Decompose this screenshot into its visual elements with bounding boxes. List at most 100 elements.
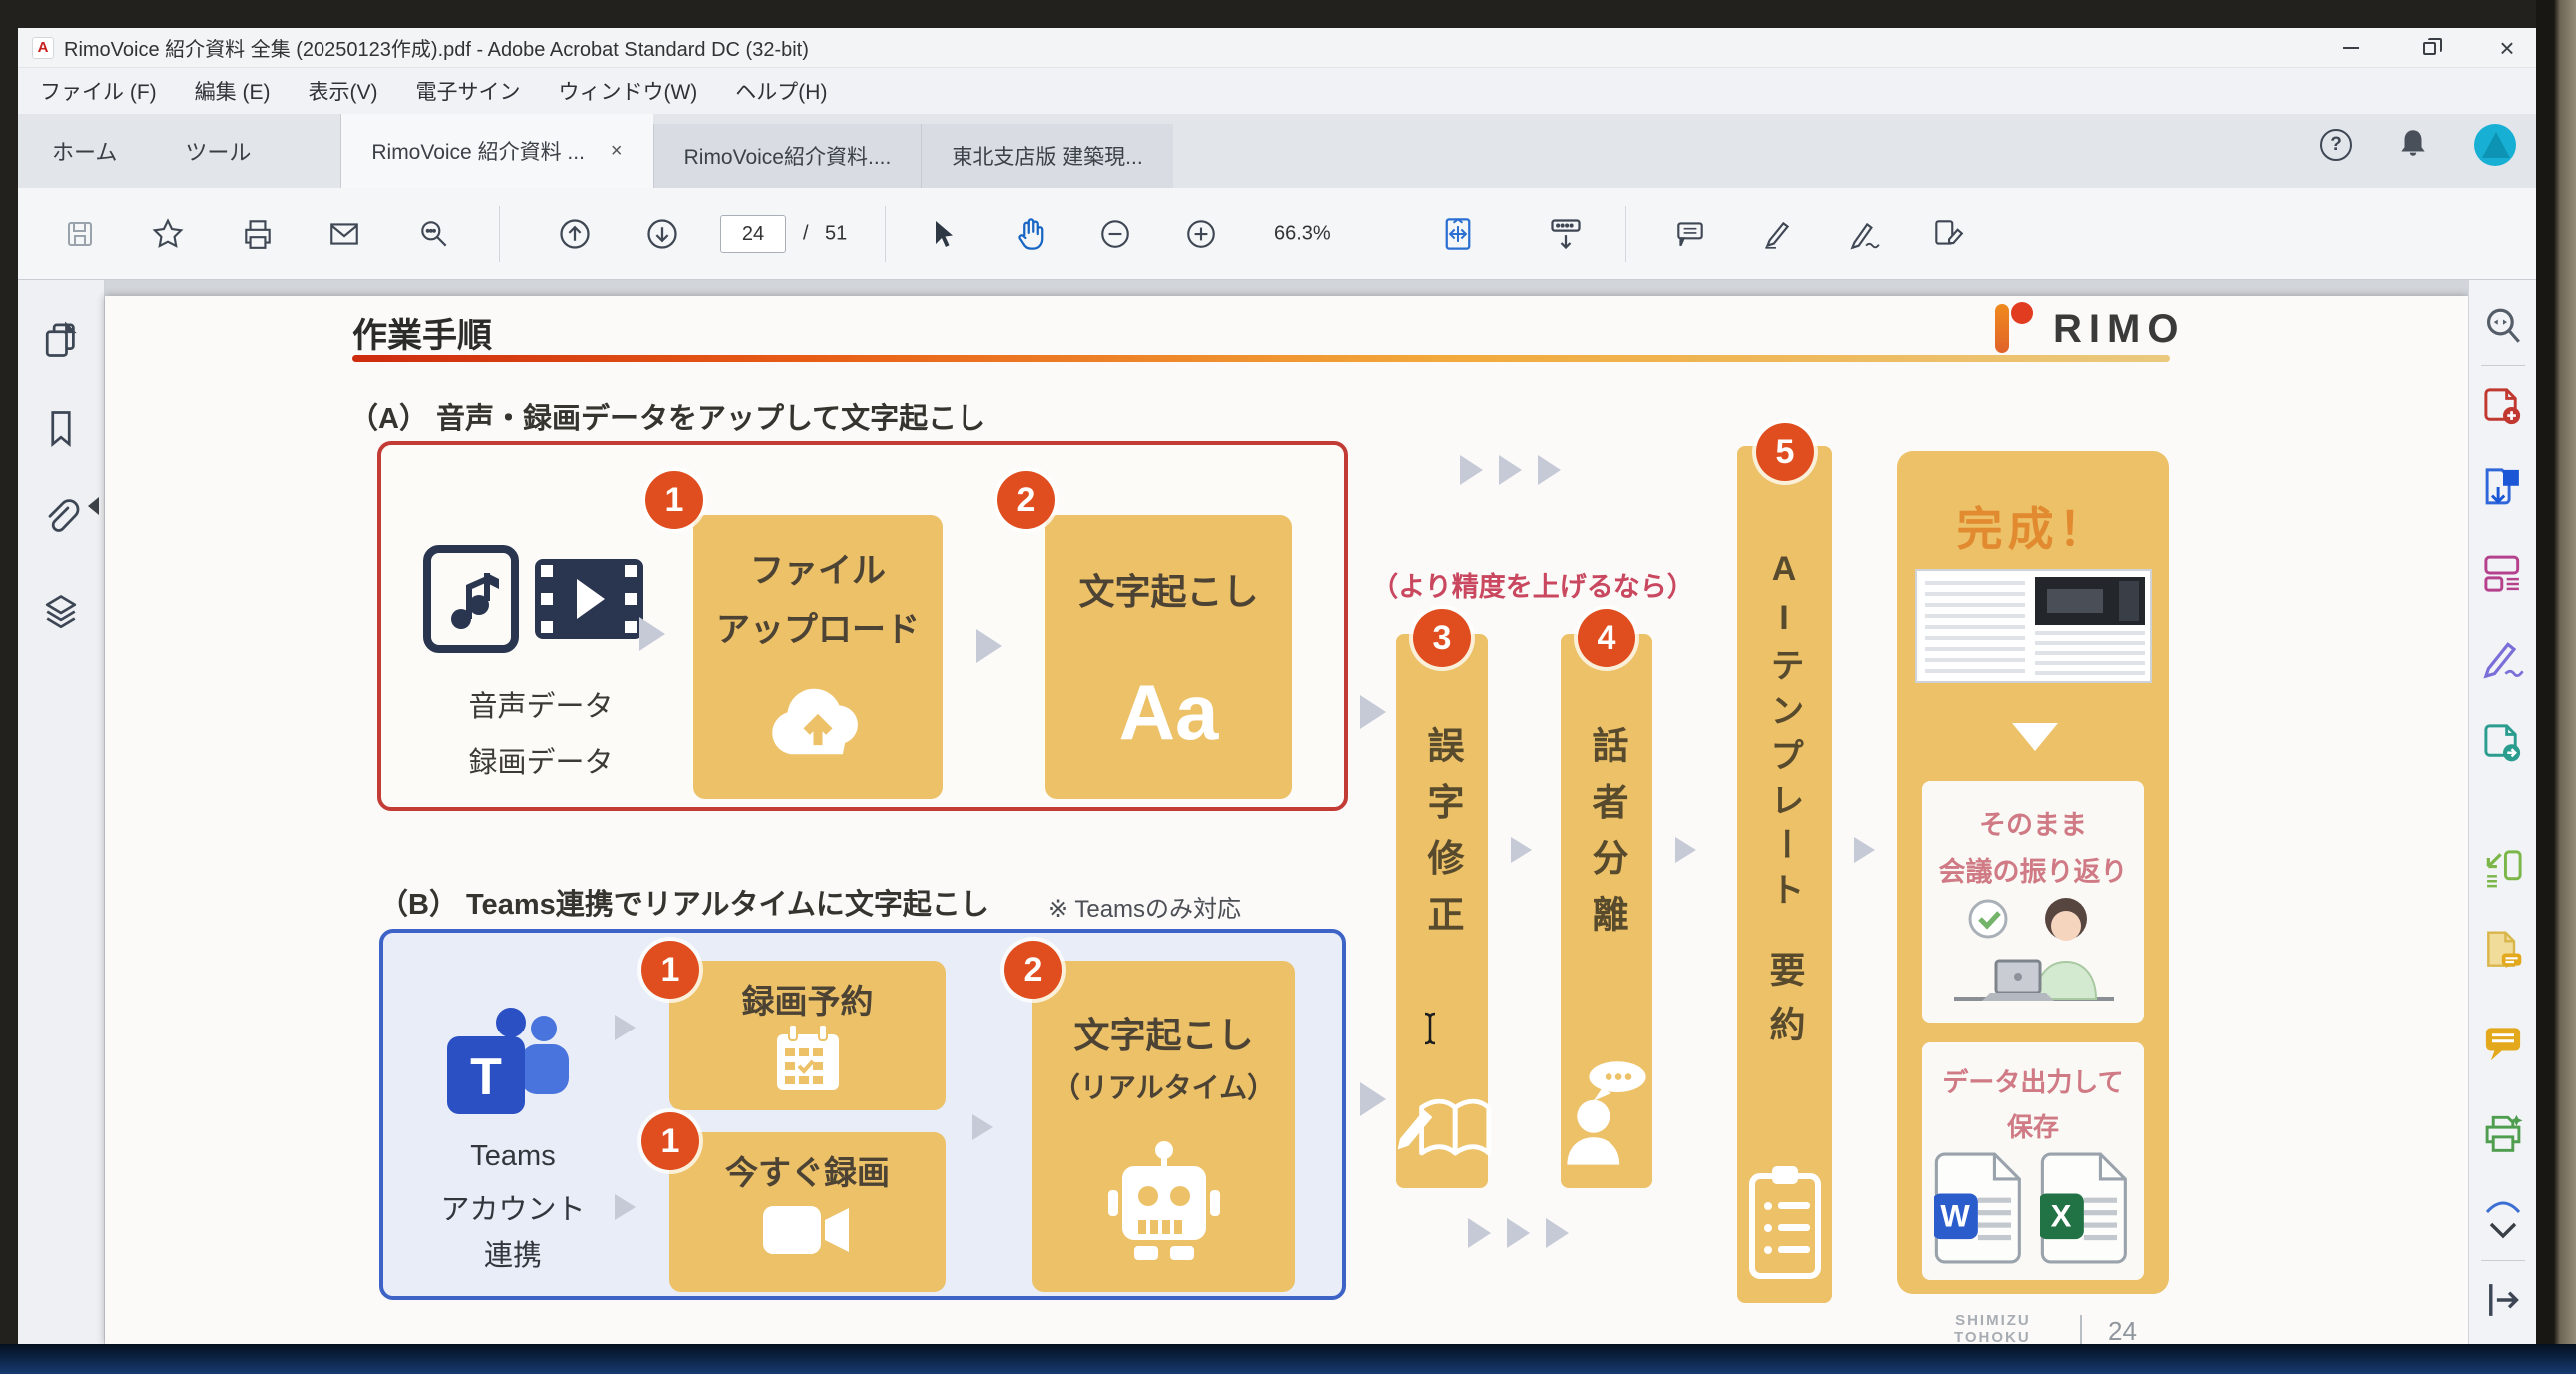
- export-text: データ出力して: [1922, 1062, 2144, 1099]
- step-label: 録画予約: [669, 975, 946, 1023]
- open-tools-panel-icon[interactable]: [2481, 1278, 2525, 1327]
- more-tools-wave-icon[interactable]: [2483, 1196, 2523, 1221]
- print-icon[interactable]: [236, 212, 280, 256]
- help-icon[interactable]: ?: [2320, 129, 2352, 161]
- bookmarks-icon[interactable]: [39, 407, 83, 456]
- stamp-tool-icon[interactable]: [1926, 212, 1970, 256]
- fill-sign-tool-icon[interactable]: [2481, 637, 2525, 686]
- calendar-icon: [769, 1023, 847, 1101]
- zoom-out-icon[interactable]: [1093, 212, 1137, 256]
- page-thumbnails-icon[interactable]: [39, 318, 83, 366]
- app-screenshot-thumbnail: [1915, 569, 2152, 683]
- export-card: データ出力して 保存 W X: [1922, 1042, 2144, 1280]
- document-area: 作業手順 RIMO （A） 音声・録画データをアップして文字起こし 音声データ: [18, 280, 2536, 1344]
- search-zoom-tool-icon[interactable]: [2482, 305, 2524, 351]
- review-text: 会議の振り返り: [1922, 850, 2144, 889]
- search-icon[interactable]: [412, 212, 456, 256]
- notifications-bell-icon[interactable]: [2396, 126, 2430, 165]
- create-pdf-tool-icon[interactable]: [2481, 385, 2525, 434]
- flow-arrow: [1675, 837, 1696, 863]
- zoom-level-value[interactable]: 66.3%: [1274, 222, 1331, 245]
- hand-tool-icon[interactable]: [1009, 212, 1053, 256]
- step-label-vertical: AIテンプレート: [1760, 550, 1809, 917]
- step-badge-2b: 2: [1004, 941, 1062, 999]
- page-separator: /: [803, 222, 809, 245]
- doc-tab-2[interactable]: RimoVoice紹介資料....: [653, 124, 922, 188]
- comment-tool-icon[interactable]: [1668, 212, 1712, 256]
- source-label-video: 録画データ: [416, 739, 666, 781]
- monitor-bezel-right: [2536, 0, 2576, 1374]
- tabbar-right-group: ?: [2320, 124, 2516, 166]
- attachments-icon[interactable]: [39, 497, 83, 546]
- menu-edit[interactable]: 編集 (E): [195, 76, 271, 106]
- comments-tool-icon[interactable]: [2481, 1021, 2525, 1069]
- previous-page-icon[interactable]: [553, 212, 597, 256]
- export-pdf-tool-icon[interactable]: [2481, 465, 2525, 514]
- tab-bar: ホーム ツール RimoVoice 紹介資料 ... × RimoVoice紹介…: [18, 114, 2536, 188]
- review-card: そのまま 会議の振り返り: [1922, 781, 2144, 1023]
- layers-icon[interactable]: [39, 591, 83, 640]
- menu-view[interactable]: 表示(V): [308, 76, 377, 106]
- tab-close-icon[interactable]: ×: [611, 140, 623, 163]
- collapse-left-panel-arrow[interactable]: [88, 497, 99, 515]
- restore-button[interactable]: [2414, 33, 2444, 63]
- flow-box-b: T Teams アカウント 連携 録画予約 1 今す: [379, 929, 1346, 1300]
- monitor-photo: A RimoVoice 紹介資料 全集 (20250123作成).pdf - A…: [0, 0, 2576, 1374]
- menu-file[interactable]: ファイル (F): [40, 76, 157, 106]
- toolbar-dock-icon[interactable]: [1544, 212, 1588, 256]
- select-tool-icon[interactable]: [920, 212, 964, 256]
- minimize-button[interactable]: [2336, 33, 2366, 63]
- page-number-input[interactable]: 24: [720, 215, 786, 253]
- pdf-page: 作業手順 RIMO （A） 音声・録画データをアップして文字起こし 音声データ: [105, 296, 2468, 1344]
- menu-help[interactable]: ヘルプ(H): [735, 76, 827, 106]
- star-icon[interactable]: [146, 212, 190, 256]
- print-production-tool-icon[interactable]: [2481, 1110, 2525, 1159]
- flow-arrow: [639, 617, 665, 651]
- step-label: 今すぐ録画: [669, 1146, 946, 1194]
- next-page-icon[interactable]: [640, 212, 684, 256]
- fit-page-icon[interactable]: [1436, 212, 1480, 256]
- window-controls: ×: [2336, 28, 2522, 68]
- zoom-in-icon[interactable]: [1179, 212, 1223, 256]
- source-label-audio: 音声データ: [416, 683, 666, 725]
- tab-tools[interactable]: ツール: [151, 114, 285, 188]
- flow-arrows-triple: [1468, 1218, 1569, 1248]
- step-column-typo-fix: 誤字修正: [1396, 634, 1488, 1188]
- chevron-down-icon[interactable]: [2485, 1220, 2521, 1247]
- compress-pdf-tool-icon[interactable]: [2481, 847, 2525, 896]
- close-button[interactable]: ×: [2492, 33, 2522, 63]
- quick-toolbar: 24 / 51 66.3%: [18, 188, 2536, 280]
- left-panel-rail: [18, 280, 105, 1344]
- flow-arrow: [1854, 837, 1875, 863]
- doc-tab-label: RimoVoice 紹介資料 ...: [371, 136, 585, 166]
- save-icon[interactable]: [58, 212, 102, 256]
- tab-home[interactable]: ホーム: [18, 114, 151, 188]
- teams-label: 連携: [403, 1232, 623, 1274]
- step-card-transcribe-realtime: 文字起こし （リアルタイム）: [1032, 961, 1295, 1292]
- send-pdf-tool-icon[interactable]: [2481, 721, 2525, 770]
- menu-esign[interactable]: 電子サイン: [415, 76, 520, 106]
- email-icon[interactable]: [322, 212, 366, 256]
- step-label: 文字起こし: [1032, 1007, 1295, 1058]
- section-a-heading: （A） 音声・録画データをアップして文字起こし: [349, 395, 985, 437]
- flow-arrow: [976, 629, 1002, 663]
- video-camera-icon: [761, 1198, 853, 1267]
- highlight-tool-icon[interactable]: [1755, 212, 1799, 256]
- aa-glyph: Aa: [1045, 667, 1292, 758]
- footer-brand-line: TOHOKU: [1954, 1329, 2031, 1344]
- acrobat-pdf-icon: A: [32, 37, 54, 59]
- sign-tool-icon[interactable]: [1842, 212, 1886, 256]
- slide-title: 作業手順: [352, 308, 492, 358]
- word-doc-icon: W: [1934, 1152, 2030, 1269]
- text-cursor-pointer: [1421, 1011, 1439, 1051]
- account-avatar[interactable]: [2474, 124, 2516, 166]
- doc-tab-active[interactable]: RimoVoice 紹介資料 ... ×: [340, 114, 652, 188]
- request-signatures-tool-icon[interactable]: [2481, 929, 2525, 978]
- step-badge-1b: 1: [641, 1112, 699, 1170]
- doc-tab-3[interactable]: 東北支店版 建築現...: [921, 124, 1172, 188]
- robot-icon: [1104, 1138, 1224, 1273]
- monitor-bezel-bottom: [0, 1344, 2576, 1374]
- organize-pages-tool-icon[interactable]: [2481, 551, 2525, 600]
- person-laptop-illustration: [1950, 889, 2118, 1016]
- menu-window[interactable]: ウィンドウ(W): [558, 76, 697, 106]
